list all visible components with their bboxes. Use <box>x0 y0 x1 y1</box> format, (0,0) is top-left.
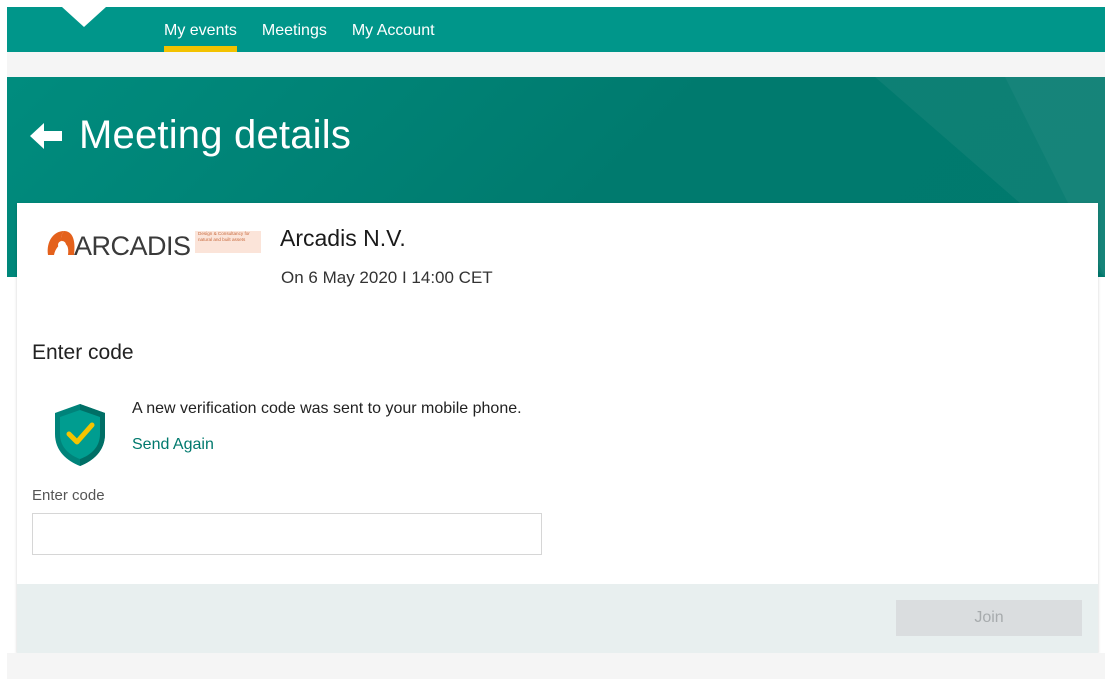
spacer-strip <box>7 52 1105 77</box>
send-again-link[interactable]: Send Again <box>132 436 214 454</box>
nav-item-my-account[interactable]: My Account <box>352 7 435 52</box>
nav-item-my-events[interactable]: My events <box>164 7 237 52</box>
shield-check-icon <box>55 404 105 466</box>
logo-tagline: Design & Consultancy for natural and bui… <box>198 231 250 242</box>
page: My events Meetings My Account Meeting de… <box>0 0 1107 679</box>
meeting-date: On 6 May 2020 I 14:00 CET <box>281 268 493 287</box>
top-navigation: My events Meetings My Account <box>7 7 1105 52</box>
nav-item-meetings[interactable]: Meetings <box>262 7 327 52</box>
nav-notch <box>62 7 106 27</box>
code-field-label: Enter code <box>32 487 105 504</box>
company-name: Arcadis N.V. <box>280 225 406 251</box>
section-title: Enter code <box>32 341 134 364</box>
logo-wordmark: ARCADIS <box>74 231 191 259</box>
code-input[interactable] <box>32 513 542 555</box>
arrow-left-icon[interactable] <box>30 121 62 151</box>
join-button[interactable]: Join <box>896 600 1082 636</box>
meeting-card: ARCADIS Design & Consultancy for natural… <box>17 203 1098 653</box>
card-footer: Join <box>17 584 1098 653</box>
page-title: Meeting details <box>79 113 352 157</box>
nav-items: My events Meetings My Account <box>164 7 460 52</box>
bottom-strip <box>7 653 1105 679</box>
verification-message: A new verification code was sent to your… <box>132 400 522 417</box>
arcadis-logo: ARCADIS Design & Consultancy for natural… <box>47 231 261 259</box>
